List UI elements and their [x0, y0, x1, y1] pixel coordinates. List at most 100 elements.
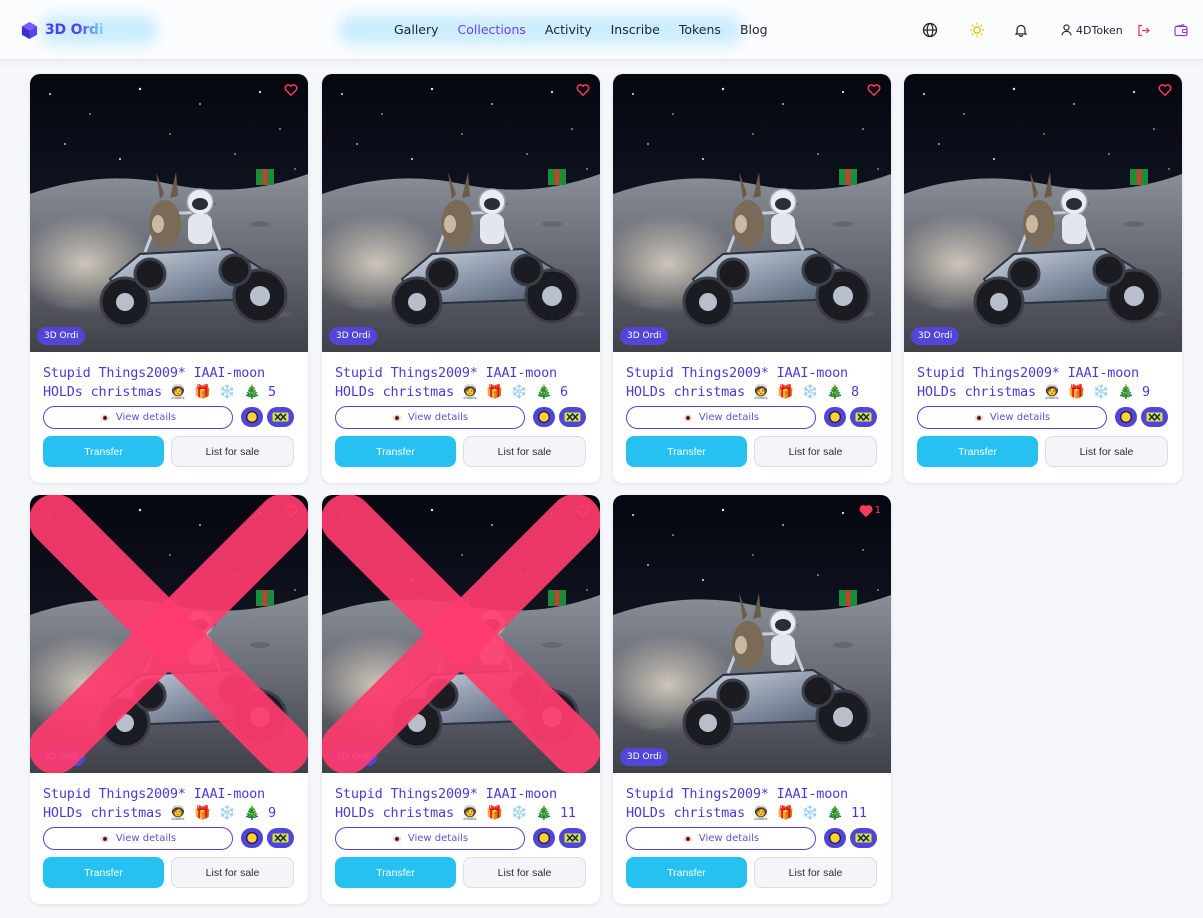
eye-icon [100, 414, 110, 421]
nft-image[interactable]: 3D Ordi [322, 495, 600, 773]
view-details-button[interactable]: View details [335, 406, 525, 429]
nft-title[interactable]: Stupid Things2009* IAAI-moon HOLDs chris… [43, 364, 298, 402]
collection-badge: 3D Ordi [620, 327, 669, 345]
marketplace-logo-icon[interactable] [559, 407, 586, 427]
nft-title[interactable]: Stupid Things2009* IAAI-moon HOLDs chris… [335, 364, 590, 402]
view-details-label: View details [115, 833, 177, 844]
nft-title[interactable]: Stupid Things2009* IAAI-moon HOLDs chris… [43, 785, 298, 823]
bitcoin-coin-icon[interactable] [241, 828, 263, 848]
nav-gallery[interactable]: Gallery [394, 19, 439, 41]
eye-icon [392, 835, 402, 842]
moon-rover-artwork [904, 74, 1182, 352]
marketplace-logo-icon[interactable] [267, 407, 294, 427]
bitcoin-coin-icon[interactable] [1115, 407, 1137, 427]
eye-icon [683, 414, 693, 421]
delete-x-icon [322, 495, 600, 773]
bitcoin-coin-icon[interactable] [824, 407, 846, 427]
globe-icon[interactable] [920, 20, 940, 40]
nav-inscribe[interactable]: Inscribe [611, 19, 660, 41]
nft-card[interactable]: 3D Ordi Stupid Things2009* IAAI-moon HOL… [30, 74, 308, 483]
nav-collections[interactable]: Collections [458, 19, 526, 41]
nav-blog[interactable]: Blog [740, 19, 768, 41]
nft-title[interactable]: Stupid Things2009* IAAI-moon HOLDs chris… [335, 785, 590, 823]
transfer-button[interactable]: Transfer [917, 436, 1038, 467]
heart-icon[interactable] [284, 83, 298, 97]
bell-icon[interactable] [1011, 20, 1031, 40]
collection-badge: 3D Ordi [620, 748, 669, 766]
wallet-icon[interactable] [1171, 20, 1191, 40]
marketplace-logo-icon[interactable] [850, 828, 877, 848]
nft-image[interactable]: 3D Ordi [30, 495, 308, 773]
transfer-button[interactable]: Transfer [43, 436, 164, 467]
eye-icon [100, 835, 110, 842]
collection-badge: 3D Ordi [911, 327, 960, 345]
list-for-sale-button[interactable]: List for sale [754, 857, 877, 888]
heart-icon[interactable] [576, 83, 590, 97]
view-details-label: View details [115, 412, 177, 423]
nft-card[interactable]: 3D Ordi 1 Stupid Things2009* IAAI-moon H… [613, 495, 891, 904]
view-details-label: View details [989, 412, 1051, 423]
transfer-button[interactable]: Transfer [335, 436, 456, 467]
nft-card[interactable]: 3D Ordi Stupid Things2009* IAAI-moon HOL… [613, 74, 891, 483]
heart-icon[interactable] [1158, 83, 1172, 97]
view-details-label: View details [407, 412, 469, 423]
nft-image[interactable]: 3D Ordi [613, 74, 891, 352]
eye-icon [392, 414, 402, 421]
heart-icon[interactable] [867, 83, 881, 97]
view-details-button[interactable]: View details [917, 406, 1107, 429]
nft-title[interactable]: Stupid Things2009* IAAI-moon HOLDs chris… [626, 785, 881, 823]
nft-card[interactable]: 3D Ordi Stupid Things2009* IAAI-moon HOL… [322, 74, 600, 483]
marketplace-logo-icon[interactable] [267, 828, 294, 848]
transfer-button[interactable]: Transfer [626, 857, 747, 888]
top-navbar: 3D Ordi Gallery Collections Activity Ins… [0, 0, 1203, 60]
view-details-button[interactable]: View details [626, 827, 816, 850]
bitcoin-coin-icon[interactable] [533, 407, 555, 427]
list-for-sale-button[interactable]: List for sale [1045, 436, 1168, 467]
heart-icon[interactable] [859, 504, 873, 518]
list-for-sale-button[interactable]: List for sale [171, 436, 294, 467]
marketplace-logo-icon[interactable] [1141, 407, 1168, 427]
nft-image[interactable]: 3D Ordi [30, 74, 308, 352]
list-for-sale-button[interactable]: List for sale [171, 857, 294, 888]
user-account[interactable]: 4DToken [1061, 20, 1123, 40]
transfer-button[interactable]: Transfer [43, 857, 164, 888]
list-for-sale-button[interactable]: List for sale [463, 436, 586, 467]
collection-badge: 3D Ordi [37, 327, 86, 345]
moon-rover-artwork [30, 74, 308, 352]
nft-image[interactable]: 3D Ordi [322, 74, 600, 352]
delete-x-icon [30, 495, 308, 773]
view-details-button[interactable]: View details [626, 406, 816, 429]
list-for-sale-button[interactable]: List for sale [463, 857, 586, 888]
nft-title[interactable]: Stupid Things2009* IAAI-moon HOLDs chris… [626, 364, 881, 402]
sun-icon[interactable] [967, 20, 987, 40]
marketplace-logo-icon[interactable] [850, 407, 877, 427]
nft-title[interactable]: Stupid Things2009* IAAI-moon HOLDs chris… [917, 364, 1172, 402]
bitcoin-coin-icon[interactable] [824, 828, 846, 848]
view-details-button[interactable]: View details [43, 827, 233, 850]
view-details-label: View details [407, 833, 469, 844]
transfer-button[interactable]: Transfer [626, 436, 747, 467]
marketplace-logo-icon[interactable] [559, 828, 586, 848]
nft-card[interactable]: 3D Ordi Stupid Things2009* IAAI-moon HOL… [30, 495, 308, 904]
bitcoin-coin-icon[interactable] [241, 407, 263, 427]
nav-tokens[interactable]: Tokens [679, 19, 721, 41]
nft-image[interactable]: 3D Ordi [904, 74, 1182, 352]
cube-logo-icon [21, 21, 38, 39]
nft-image[interactable]: 3D Ordi 1 [613, 495, 891, 773]
brand-logo[interactable]: 3D Ordi [20, 18, 104, 42]
view-details-label: View details [698, 833, 760, 844]
moon-rover-artwork [613, 495, 891, 773]
nft-card[interactable]: 3D Ordi Stupid Things2009* IAAI-moon HOL… [322, 495, 600, 904]
list-for-sale-button[interactable]: List for sale [754, 436, 877, 467]
logout-icon[interactable] [1133, 20, 1153, 40]
transfer-button[interactable]: Transfer [335, 857, 456, 888]
bitcoin-coin-icon[interactable] [533, 828, 555, 848]
main-nav: Gallery Collections Activity Inscribe To… [394, 19, 787, 41]
like-count: 1 [874, 505, 881, 516]
eye-icon [683, 835, 693, 842]
view-details-button[interactable]: View details [335, 827, 525, 850]
nft-card[interactable]: 3D Ordi Stupid Things2009* IAAI-moon HOL… [904, 74, 1182, 483]
view-details-button[interactable]: View details [43, 406, 233, 429]
nav-activity[interactable]: Activity [545, 19, 592, 41]
eye-icon [974, 414, 984, 421]
